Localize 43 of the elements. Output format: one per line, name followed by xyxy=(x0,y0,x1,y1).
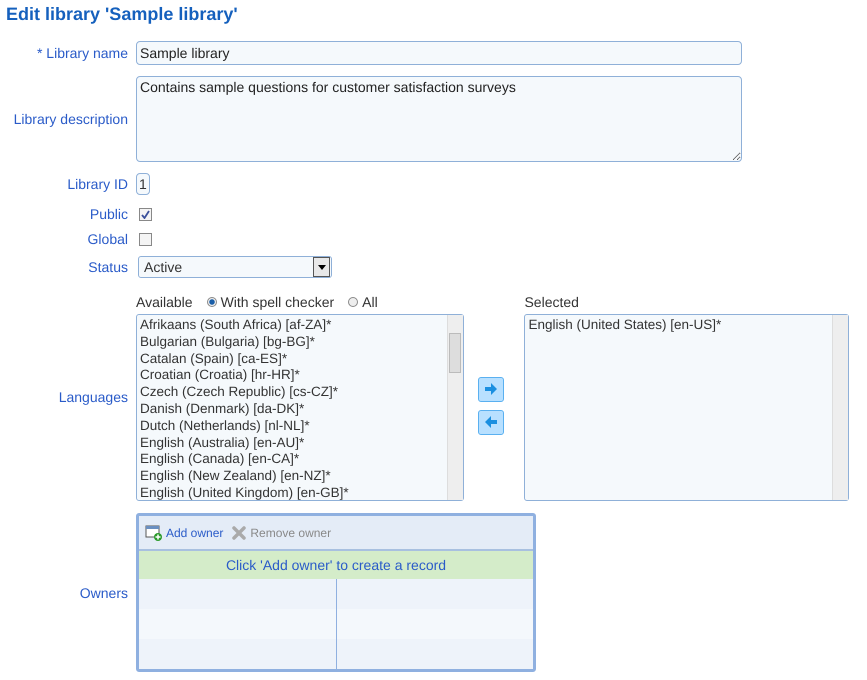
library-id-value: 1 xyxy=(136,173,150,195)
field-label: Library ID xyxy=(66,176,128,192)
available-languages-list[interactable] xyxy=(136,314,464,501)
add-owner-button[interactable]: Add owner xyxy=(145,524,224,540)
language-item[interactable]: Dutch (Netherlands) [nl-NL]* xyxy=(140,418,444,435)
global-checkbox[interactable] xyxy=(139,232,152,246)
language-item[interactable]: English (New Zealand) [en-NZ]* xyxy=(140,468,444,485)
filter-radio[interactable]: With spell checker xyxy=(206,294,334,310)
left-arrow-icon xyxy=(485,416,498,428)
right-arrow-icon xyxy=(485,383,498,395)
status-dropdown[interactable]: Active xyxy=(138,256,332,278)
language-item[interactable]: Catalan (Spain) [ca-ES]* xyxy=(140,350,444,368)
scrollbar[interactable] xyxy=(832,315,848,500)
language-item[interactable]: English (United Kingdom) [en-GB]* xyxy=(140,484,444,500)
language-item[interactable]: Danish (Denmark) [da-DK]* xyxy=(140,400,444,418)
field-label: Global xyxy=(86,231,128,247)
field-label: Library description xyxy=(12,111,128,127)
scrollbar[interactable] xyxy=(447,315,464,500)
language-item[interactable]: Czech (Czech Republic) [cs-CZ]* xyxy=(140,384,444,401)
filter-radio[interactable]: All xyxy=(348,294,378,310)
language-item[interactable]: English (Canada) [en-CA]* xyxy=(140,451,444,468)
language-item[interactable]: Afrikaans (South Africa) [af-ZA]* xyxy=(140,317,444,334)
public-checkbox[interactable] xyxy=(139,208,152,220)
field-label: Languages xyxy=(58,388,128,404)
selected-languages-list[interactable]: English (United States) [en-US]* xyxy=(524,314,849,501)
library-name-field[interactable]: Sample library xyxy=(136,41,742,65)
empty-grid-message: Click 'Add owner' to create a record xyxy=(139,551,533,579)
library-description-field[interactable]: Contains sample questions for customer satisfaction surveys xyxy=(136,76,742,162)
language-item[interactable]: Croatian (Croatia) [hr-HR]* xyxy=(140,367,444,384)
language-item[interactable]: English (Australia) [en-AU]* xyxy=(140,434,444,452)
window-plus-icon xyxy=(145,524,163,540)
cross-icon xyxy=(231,524,248,540)
language-item[interactable]: Bulgarian (Bulgaria) [bg-BG]* xyxy=(140,334,444,351)
field-label: Public xyxy=(88,206,128,222)
field-label: * Library name xyxy=(36,45,128,61)
field-label: Status xyxy=(87,259,128,275)
remove-language-button[interactable] xyxy=(478,410,504,434)
page-title: Edit library 'Sample library' xyxy=(6,4,239,25)
selected-label: Selected xyxy=(524,294,579,310)
language-item[interactable]: English (United States) [en-US]* xyxy=(528,317,829,334)
add-language-button[interactable] xyxy=(478,376,504,402)
available-label: Available xyxy=(136,294,193,310)
field-label: Owners xyxy=(78,584,128,600)
